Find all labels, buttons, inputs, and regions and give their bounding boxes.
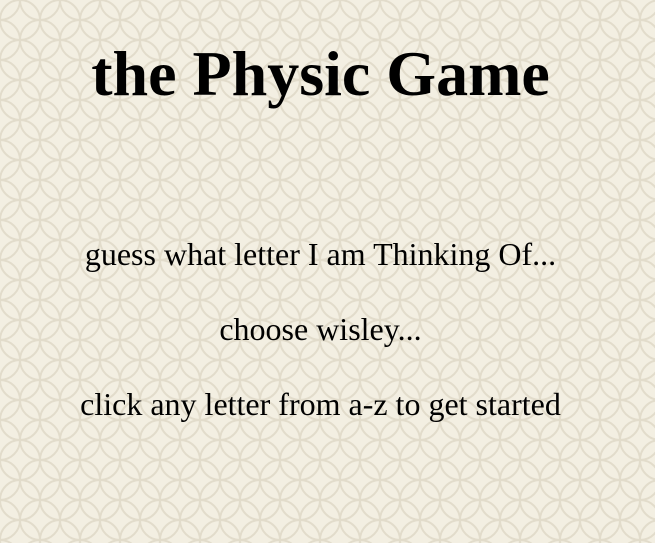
instruction-choose: choose wisley... [219, 311, 422, 347]
game-intro-screen: the Physic Game guess what letter I am T… [0, 0, 655, 543]
page-title: the Physic Game [91, 38, 550, 109]
instruction-guess: guess what letter I am Thinking Of... [84, 236, 557, 272]
instruction-start: click any letter from a-z to get started [80, 386, 561, 422]
